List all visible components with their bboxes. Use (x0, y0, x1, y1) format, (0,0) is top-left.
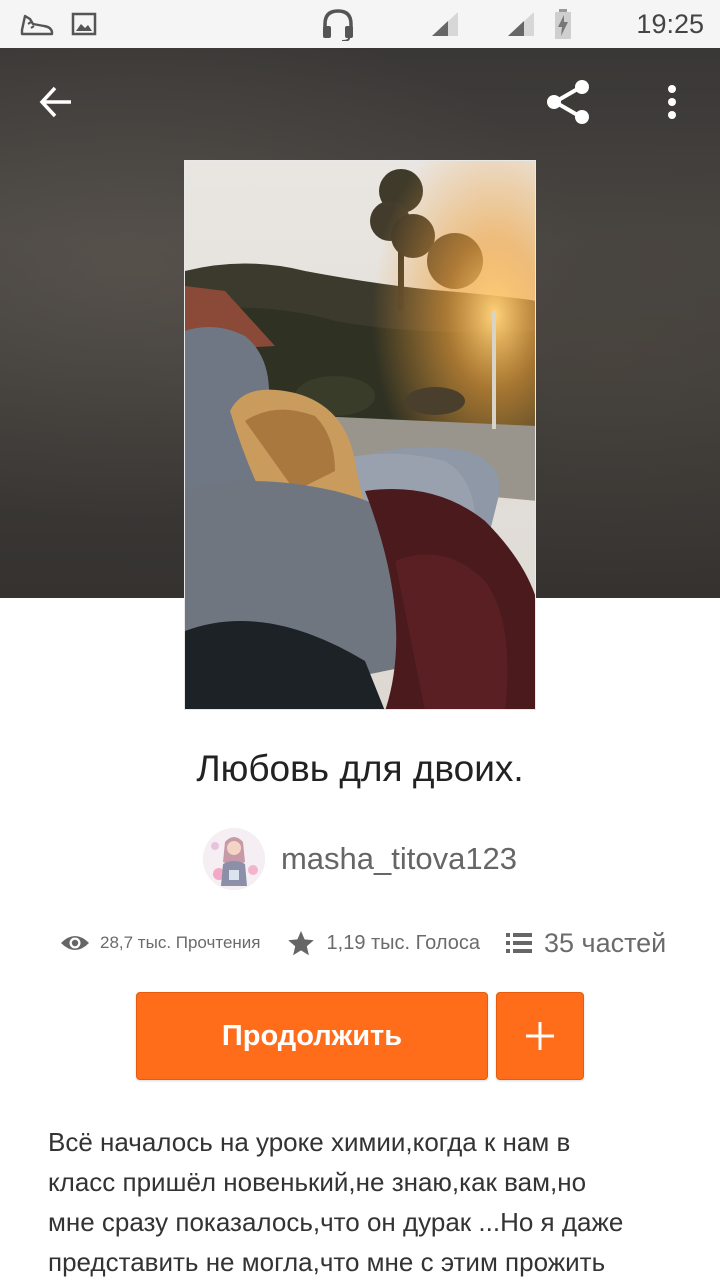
description-line: представить не могла,что мне с этим прож… (48, 1247, 606, 1277)
reads-count: 28,7 тыс. Прочтения (100, 933, 261, 952)
image-notification-icon (70, 0, 98, 48)
story-description: Всё началось на уроке химии,когда к нам … (48, 1122, 688, 1280)
arrow-left-icon (38, 84, 74, 125)
story-stats: 28,7 тыс. Прочтения 1,19 тыс. Голоса 35 … (60, 920, 680, 966)
story-cover-image (184, 160, 536, 710)
add-to-library-button[interactable] (496, 992, 584, 1080)
signal-2-icon (504, 0, 538, 48)
share-icon (543, 77, 593, 132)
plus-icon (526, 1022, 554, 1050)
star-icon (287, 930, 315, 956)
description-line: Всё началось на уроке химии,когда к нам … (48, 1127, 571, 1157)
status-time: 19:25 (636, 9, 704, 39)
continue-button-label: Продолжить (221, 1019, 403, 1052)
parts-count: 35 частей (543, 927, 667, 958)
battery-charging-icon (552, 0, 574, 48)
continue-reading-button[interactable]: Продолжить (136, 992, 488, 1080)
author-name[interactable]: masha_titova123 (281, 841, 517, 877)
status-bar: 19:25 (0, 0, 720, 48)
author-avatar[interactable] (202, 828, 265, 890)
reads-stat: 28,7 тыс. Прочтения (60, 933, 261, 953)
more-vertical-icon (666, 84, 678, 125)
description-line: класс пришёл новенький,не знаю,как вам,н… (48, 1167, 587, 1197)
votes-count: 1,19 тыс. Голоса (326, 931, 480, 954)
author-row[interactable]: masha_titova123 (0, 826, 720, 892)
share-button[interactable] (536, 72, 600, 136)
headphones-icon (318, 0, 358, 48)
cover-illustration (185, 161, 535, 709)
more-options-button[interactable] (640, 72, 704, 136)
back-button[interactable] (24, 72, 88, 136)
votes-stat: 1,19 тыс. Голоса (287, 930, 480, 956)
parts-stat: 35 частей (505, 927, 667, 959)
description-line: мне сразу показалось,что он дурак ...Но … (48, 1207, 624, 1237)
signal-1-icon (428, 0, 462, 48)
sneaker-notification-icon (18, 0, 56, 48)
list-icon (505, 932, 532, 954)
eye-icon (60, 933, 90, 953)
story-title: Любовь для двоих. (196, 748, 524, 789)
